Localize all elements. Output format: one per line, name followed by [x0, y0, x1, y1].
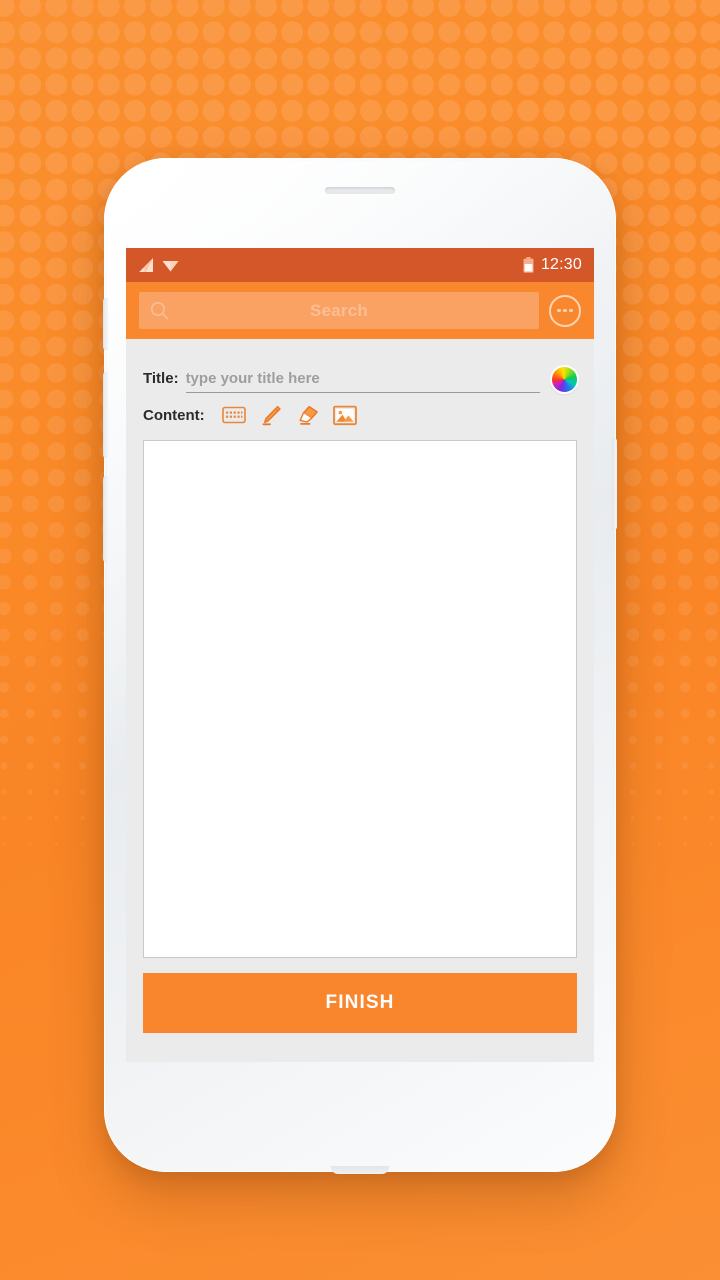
phone-button-volume-down[interactable]	[103, 476, 108, 562]
bottom-notch	[331, 1166, 389, 1174]
phone-button-left-1[interactable]	[103, 298, 108, 350]
background-canvas: 12:30 Search Title: type your title here…	[0, 0, 720, 1280]
title-label: Title:	[143, 370, 179, 387]
drawing-canvas[interactable]	[143, 440, 577, 958]
eraser-icon[interactable]	[295, 403, 321, 427]
overflow-dot	[563, 308, 567, 313]
finish-button[interactable]: FINISH	[143, 973, 577, 1033]
search-placeholder-text: Search	[310, 300, 368, 320]
overflow-menu-icon[interactable]	[549, 294, 581, 327]
image-icon[interactable]	[332, 403, 358, 427]
title-input-wrapper	[185, 370, 540, 393]
battery-half-icon	[523, 257, 534, 273]
search-bar[interactable]: Search	[139, 292, 539, 329]
earpiece-speaker-icon	[325, 187, 395, 194]
content-toolbar: Content:	[143, 393, 577, 437]
editor-body: Title: Content:	[126, 339, 594, 1033]
content-label: Content:	[143, 406, 205, 424]
phone-button-volume-up[interactable]	[103, 372, 108, 458]
keyboard-icon[interactable]	[221, 403, 247, 427]
app-bar: Search	[126, 282, 594, 339]
title-row: Title:	[143, 339, 577, 393]
overflow-dot	[569, 308, 573, 313]
phone-button-power[interactable]	[612, 438, 617, 530]
title-input[interactable]	[185, 370, 540, 387]
overflow-dot	[557, 308, 561, 313]
phone-mockup: 12:30 Search Title: type your title here…	[103, 158, 617, 1174]
pencil-icon[interactable]	[258, 403, 284, 427]
wifi-icon	[162, 260, 179, 271]
signal-bars-icon	[139, 258, 153, 272]
color-wheel-icon[interactable]	[552, 367, 577, 392]
status-bar: 12:30	[126, 248, 594, 282]
status-bar-clock: 12:30	[540, 256, 582, 273]
phone-screen: 12:30 Search Title: type your title here…	[126, 248, 594, 1062]
